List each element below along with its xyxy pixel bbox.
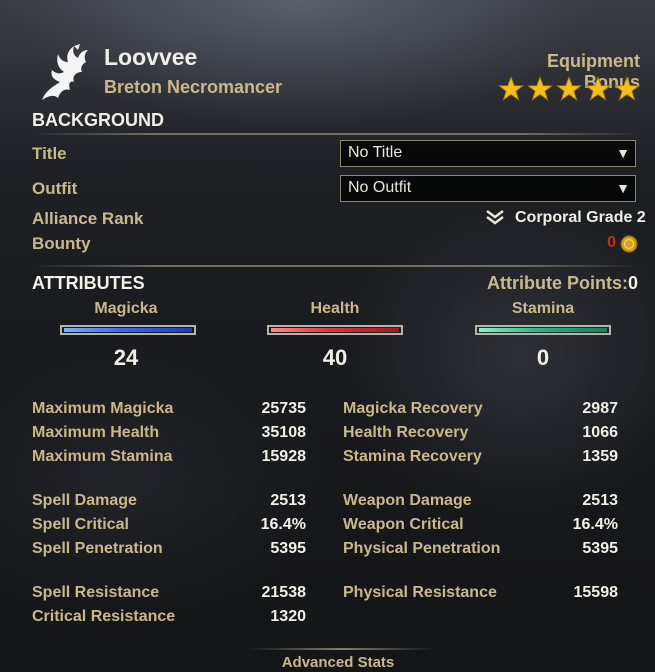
stat-value: 2513 [582,492,618,509]
stamina-value: 0 [536,345,550,370]
stat-value: 16.4% [260,516,306,533]
character-race-class: Breton Necromancer [104,77,283,97]
title-dropdown[interactable]: No Title ▼ [340,140,636,167]
health-value: 40 [322,345,348,370]
stat-label: Physical Resistance [343,584,497,601]
outfit-dropdown[interactable]: No Outfit ▼ [340,175,636,202]
star-icon [498,76,524,101]
stat-value: 35108 [261,424,307,441]
stamina-bar-fill [479,328,607,332]
outfit-label: Outfit [32,179,78,198]
advanced-stats-button[interactable]: Advanced Stats [248,648,428,672]
stat-value: 2987 [582,400,618,417]
health-bar[interactable] [267,325,403,335]
background-divider [32,133,640,135]
stat-label: Magicka Recovery [343,400,483,417]
alliance-rank-label: Alliance Rank [32,209,144,228]
chevron-rank-icon [486,210,504,225]
stat-value: 21538 [261,584,307,601]
stat-value: 5395 [582,540,618,557]
stat-label: Spell Penetration [32,540,163,557]
gold-coin-icon [620,235,638,253]
stat-value: 5395 [270,540,306,557]
background-heading: BACKGROUND [32,110,164,130]
stat-label: Weapon Critical [343,516,464,533]
stat-label: Stamina Recovery [343,448,482,465]
bounty-label: Bounty [32,234,91,253]
stat-value: 25735 [261,400,307,417]
magicka-label: Magicka [94,300,158,317]
dropdown-arrow-icon: ▼ [616,145,630,161]
health-label: Health [310,300,360,317]
attributes-heading: ATTRIBUTES [32,273,145,293]
stat-label: Physical Penetration [343,540,501,557]
magicka-value: 24 [113,345,139,370]
equipment-bonus-stars [498,76,640,102]
stat-value: 1066 [582,424,618,441]
stat-label: Weapon Damage [343,492,472,509]
title-label: Title [32,144,67,163]
stat-label: Health Recovery [343,424,469,441]
stat-label: Maximum Magicka [32,400,174,417]
stat-value: 15598 [573,584,619,601]
stamina-bar[interactable] [475,325,611,335]
stat-value: 16.4% [572,516,618,533]
magicka-bar[interactable] [60,325,196,335]
alliance-rank-value: Corporal Grade 2 [515,209,646,226]
star-icon [556,76,582,101]
stat-value: 1359 [582,448,618,465]
stamina-label: Stamina [511,300,575,317]
attribute-points-label: Attribute Points: [487,273,628,293]
stat-value: 15928 [261,448,307,465]
stat-value: 2513 [270,492,306,509]
stat-label: Spell Resistance [32,584,160,601]
stat-label: Critical Resistance [32,608,176,625]
attributes-divider-top [32,265,640,267]
star-icon [527,76,553,101]
bounty-value: 0 [607,234,616,251]
stat-value: 1320 [270,608,306,625]
attribute-points-value: 0 [628,273,639,293]
star-icon [585,76,611,101]
magicka-bar-fill [64,328,192,332]
outfit-dropdown-value: No Outfit [348,179,412,196]
title-dropdown-value: No Title [348,144,403,161]
dragon-emblem-icon [42,44,88,100]
star-icon [614,76,640,101]
stat-label: Spell Damage [32,492,137,509]
health-bar-fill [271,328,399,332]
stat-label: Maximum Health [32,424,160,441]
character-name: Loovvee [104,44,198,70]
stat-label: Maximum Stamina [32,448,173,465]
dropdown-arrow-icon: ▼ [616,180,630,196]
stat-label: Spell Critical [32,516,129,533]
